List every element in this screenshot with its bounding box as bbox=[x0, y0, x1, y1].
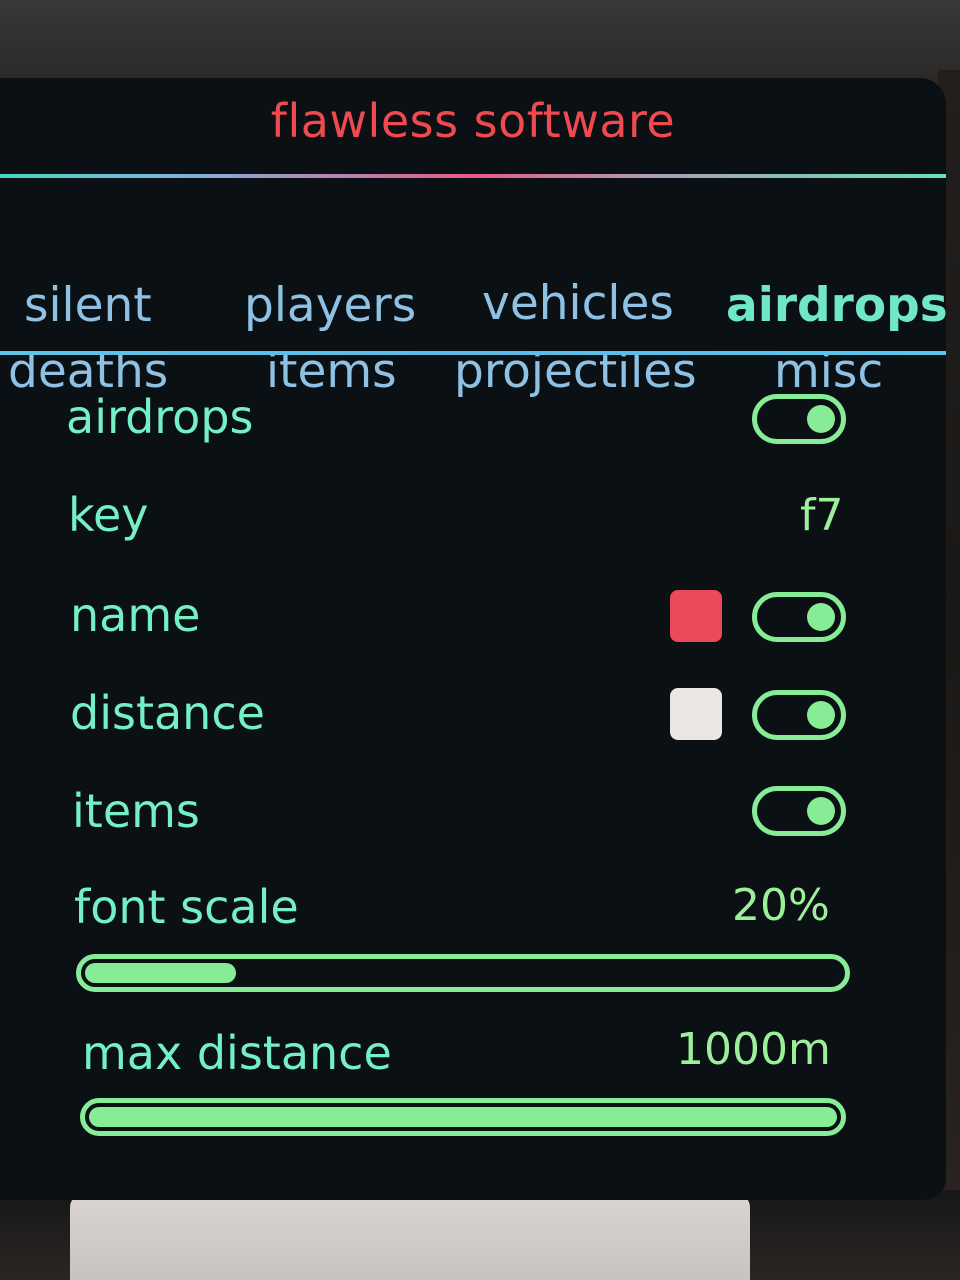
airdrops-toggle[interactable] bbox=[752, 394, 846, 444]
airdrops-label: airdrops bbox=[66, 390, 254, 444]
tab-players[interactable]: players bbox=[244, 278, 416, 333]
name-label: name bbox=[70, 588, 201, 642]
toggle-knob bbox=[807, 603, 835, 631]
slider-fill bbox=[89, 1107, 837, 1127]
toggle-knob bbox=[807, 405, 835, 433]
menu-panel: flawless software silent players vehicle… bbox=[0, 78, 946, 1200]
max-distance-slider[interactable] bbox=[80, 1098, 846, 1136]
items-toggle[interactable] bbox=[752, 786, 846, 836]
max-distance-value: 1000m bbox=[676, 1024, 831, 1075]
distance-toggle[interactable] bbox=[752, 690, 846, 740]
key-label: key bbox=[68, 488, 149, 542]
tab-vehicles[interactable]: vehicles bbox=[482, 276, 674, 331]
key-bind-value[interactable]: f7 bbox=[800, 490, 843, 541]
background-object bbox=[70, 1195, 750, 1280]
tab-silent[interactable]: silent bbox=[24, 278, 152, 333]
toggle-knob bbox=[807, 797, 835, 825]
tabs-divider bbox=[0, 351, 946, 355]
font-scale-value: 20% bbox=[732, 880, 830, 931]
distance-label: distance bbox=[70, 686, 265, 740]
name-color-swatch[interactable] bbox=[670, 590, 722, 642]
font-scale-label: font scale bbox=[74, 880, 299, 934]
name-toggle[interactable] bbox=[752, 592, 846, 642]
distance-color-swatch[interactable] bbox=[670, 688, 722, 740]
menu-title: flawless software bbox=[270, 94, 676, 148]
font-scale-slider[interactable] bbox=[76, 954, 850, 992]
toggle-knob bbox=[807, 701, 835, 729]
title-divider bbox=[0, 174, 946, 178]
max-distance-label: max distance bbox=[82, 1026, 392, 1080]
tab-bar: silent players vehicles airdrops deaths … bbox=[0, 188, 946, 399]
slider-fill bbox=[85, 963, 236, 983]
tab-airdrops[interactable]: airdrops bbox=[726, 278, 946, 333]
items-label: items bbox=[72, 784, 200, 838]
